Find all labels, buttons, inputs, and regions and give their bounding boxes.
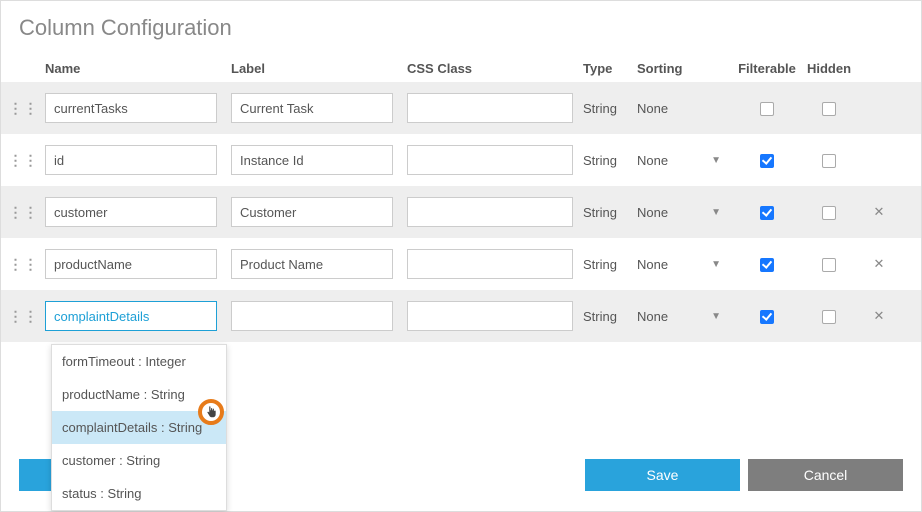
hidden-checkbox[interactable] [822, 206, 836, 220]
remove-row-button[interactable]: ✕ [869, 306, 889, 326]
css-class-input[interactable] [407, 197, 573, 227]
filterable-checkbox[interactable] [760, 154, 774, 168]
remove-row-button[interactable]: ✕ [869, 254, 889, 274]
sorting-value[interactable]: None [637, 257, 668, 272]
sorting-value[interactable]: None [637, 101, 668, 116]
suggestion-item[interactable]: status : String [52, 477, 226, 510]
sorting-value[interactable]: None [637, 309, 668, 324]
suggestion-item[interactable]: formTimeout : Integer [52, 345, 226, 378]
table-row: StringNone [1, 82, 921, 134]
name-input[interactable] [45, 249, 217, 279]
name-input[interactable] [45, 93, 217, 123]
type-label: String [583, 101, 637, 116]
h-css: CSS Class [407, 61, 583, 76]
chevron-down-icon[interactable]: ▼ [711, 207, 721, 218]
type-label: String [583, 257, 637, 272]
name-input[interactable] [45, 197, 217, 227]
table-row: StringNone ▼ ✕ [1, 186, 921, 238]
filterable-checkbox[interactable] [760, 310, 774, 324]
css-class-input[interactable] [407, 145, 573, 175]
sorting-value[interactable]: None [637, 153, 668, 168]
chevron-down-icon[interactable]: ▼ [711, 155, 721, 166]
remove-row-button[interactable]: ✕ [869, 202, 889, 222]
save-button[interactable]: Save [585, 459, 740, 491]
cancel-button[interactable]: Cancel [748, 459, 903, 491]
drag-handle-icon[interactable] [9, 205, 38, 219]
h-hidden: Hidden [801, 61, 857, 76]
label-input[interactable] [231, 301, 393, 331]
table-row: StringNone ▼ ✕ [1, 238, 921, 290]
sorting-value[interactable]: None [637, 205, 668, 220]
drag-handle-icon[interactable] [9, 257, 38, 271]
label-input[interactable] [231, 249, 393, 279]
hidden-checkbox[interactable] [822, 102, 836, 116]
suggestion-item[interactable]: customer : String [52, 444, 226, 477]
filterable-checkbox[interactable] [760, 258, 774, 272]
suggestion-dropdown[interactable]: formTimeout : IntegerproductName : Strin… [51, 344, 227, 511]
chevron-down-icon[interactable]: ▼ [711, 259, 721, 270]
h-type: Type [583, 61, 637, 76]
css-class-input[interactable] [407, 301, 573, 331]
label-input[interactable] [231, 93, 393, 123]
name-input[interactable] [45, 145, 217, 175]
drag-handle-icon[interactable] [9, 101, 38, 115]
suggestion-item[interactable]: complaintDetails : String [52, 411, 226, 444]
dialog-title: Column Configuration [1, 1, 921, 53]
drag-handle-icon[interactable] [9, 153, 38, 167]
chevron-down-icon[interactable]: ▼ [711, 311, 721, 322]
h-name: Name [45, 61, 231, 76]
h-sorting: Sorting [637, 61, 733, 76]
hidden-checkbox[interactable] [822, 154, 836, 168]
hidden-checkbox[interactable] [822, 258, 836, 272]
type-label: String [583, 309, 637, 324]
name-input[interactable] [45, 301, 217, 331]
filterable-checkbox[interactable] [760, 206, 774, 220]
label-input[interactable] [231, 197, 393, 227]
type-label: String [583, 205, 637, 220]
css-class-input[interactable] [407, 249, 573, 279]
suggestion-item[interactable]: productName : String [52, 378, 226, 411]
header-row: Name Label CSS Class Type Sorting Filter… [1, 55, 921, 82]
css-class-input[interactable] [407, 93, 573, 123]
drag-handle-icon[interactable] [9, 309, 38, 323]
type-label: String [583, 153, 637, 168]
label-input[interactable] [231, 145, 393, 175]
h-label: Label [231, 61, 407, 76]
table-row: StringNone ▼ ✕ [1, 290, 921, 342]
columns-table: Name Label CSS Class Type Sorting Filter… [1, 55, 921, 342]
filterable-checkbox[interactable] [760, 102, 774, 116]
h-filterable: Filterable [733, 61, 801, 76]
hidden-checkbox[interactable] [822, 310, 836, 324]
table-row: StringNone ▼ [1, 134, 921, 186]
